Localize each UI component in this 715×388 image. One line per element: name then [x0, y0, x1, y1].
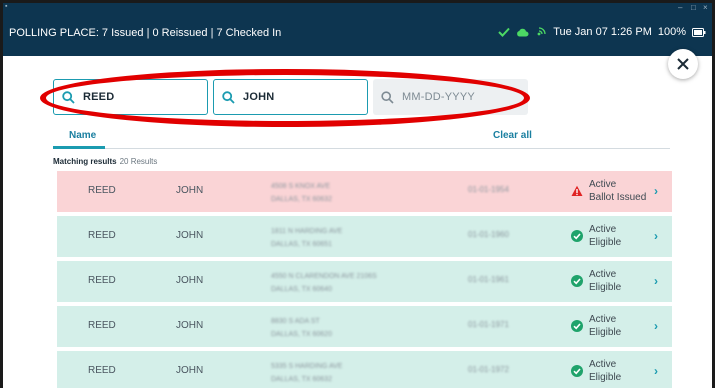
check-circle-icon [571, 230, 583, 242]
voter-result-row[interactable]: REED JOHN 8830 S ADA ST DALLAS, TX 60620 01-… [57, 306, 672, 347]
window-close-icon[interactable]: × [703, 3, 708, 12]
date-of-birth-placeholder: MM-DD-YYYY [402, 91, 475, 103]
voter-last-name: REED [88, 365, 116, 376]
status-line-2: Eligible [589, 282, 622, 293]
check-circle-icon [571, 365, 583, 377]
status-line-2: Ballot Issued [589, 192, 647, 203]
address-line-1: 8830 S ADA ST [271, 318, 320, 325]
signal-icon [537, 27, 546, 36]
address-line-2: DALLAS, TX 60632 [271, 376, 332, 383]
voter-address: 5335 S HARDING AVE DALLAS, TX 60632 [271, 360, 342, 386]
voter-status: Active Ballot Issued [589, 178, 646, 204]
voter-status: Active Eligible [589, 223, 621, 249]
last-name-input[interactable]: REED [53, 79, 208, 115]
voter-address: 8830 S ADA ST DALLAS, TX 60620 [271, 315, 332, 341]
voter-last-name: REED [88, 320, 116, 331]
window-menu-icon[interactable]: ▪ [5, 3, 7, 10]
minimize-icon[interactable]: – [678, 3, 682, 12]
status-line-1: Active [589, 269, 617, 280]
address-line-1: 5335 S HARDING AVE [271, 363, 343, 370]
tab-name[interactable]: Name [69, 130, 96, 141]
voter-address: 4550 N CLARENDON AVE 2106S DALLAS, TX 606… [271, 270, 377, 296]
voter-result-row[interactable]: REED JOHN 4550 N CLARENDON AVE 2106S DALLAS… [57, 261, 672, 302]
chevron-right-icon: › [654, 319, 658, 333]
address-line-1: 4508 S KNOX AVE [271, 183, 331, 190]
chevron-right-icon: › [654, 364, 658, 378]
voter-last-name: REED [88, 185, 116, 196]
address-line-2: DALLAS, TX 60640 [271, 286, 332, 293]
voter-dob: 01-01-1961 [468, 275, 509, 284]
last-name-value: REED [83, 91, 115, 103]
first-name-value: JOHN [243, 91, 275, 103]
clear-all-link[interactable]: Clear all [493, 130, 532, 141]
voter-status: Active Eligible [589, 268, 621, 294]
voter-dob: 01-01-1960 [468, 230, 509, 239]
date-of-birth-input[interactable]: MM-DD-YYYY [373, 79, 528, 115]
battery-icon [692, 27, 706, 37]
tab-divider [53, 148, 670, 149]
date-time: Tue Jan 07 1:26 PM [553, 26, 652, 38]
voter-status: Active Eligible [589, 358, 621, 384]
voter-address: 4508 S KNOX AVE DALLAS, TX 60632 [271, 180, 332, 206]
status-line-2: Eligible [589, 372, 622, 383]
voter-last-name: REED [88, 230, 116, 241]
voter-first-name: JOHN [176, 365, 204, 376]
address-line-2: DALLAS, TX 60632 [271, 196, 332, 203]
address-line-2: DALLAS, TX 60651 [271, 241, 332, 248]
close-button[interactable] [668, 49, 698, 79]
status-line-2: Eligible [589, 327, 622, 338]
voter-dob: 01-01-1972 [468, 365, 509, 374]
voter-first-name: JOHN [176, 275, 204, 286]
voter-last-name: REED [88, 275, 116, 286]
chevron-right-icon: › [654, 274, 658, 288]
address-line-1: 4550 N CLARENDON AVE 2106S [271, 273, 377, 280]
status-line-1: Active [589, 224, 617, 235]
voter-first-name: JOHN [176, 320, 204, 331]
check-circle-icon [571, 275, 583, 287]
status-line-1: Active [589, 359, 617, 370]
voter-dob: 01-01-1954 [468, 185, 509, 194]
maximize-icon[interactable]: □ [691, 3, 696, 12]
active-tab-indicator [53, 146, 105, 149]
results-count: 20 Results [119, 157, 158, 166]
search-icon [381, 90, 394, 104]
address-line-2: DALLAS, TX 60620 [271, 331, 332, 338]
matching-results-title: Matching results [53, 157, 117, 166]
voter-result-row[interactable]: REED JOHN 5335 S HARDING AVE DALLAS, TX 606… [57, 351, 672, 388]
check-circle-icon [571, 320, 583, 332]
polling-place-summary: POLLING PLACE: 7 Issued | 0 Reissued | 7… [9, 27, 282, 39]
address-line-1: 1811 N HARDING AVE [271, 228, 343, 235]
voter-first-name: JOHN [176, 185, 204, 196]
warning-icon [571, 185, 583, 196]
status-line-1: Active [589, 314, 617, 325]
close-icon [677, 58, 689, 70]
voter-status: Active Eligible [589, 313, 621, 339]
search-icon [222, 90, 235, 104]
checkmark-icon [498, 27, 510, 37]
voter-result-row[interactable]: REED JOHN 1811 N HARDING AVE DALLAS, TX 606… [57, 216, 672, 257]
chevron-right-icon: › [654, 184, 658, 198]
voter-address: 1811 N HARDING AVE DALLAS, TX 60651 [271, 225, 342, 251]
search-icon [62, 90, 75, 104]
first-name-input[interactable]: JOHN [213, 79, 368, 115]
cloud-icon [517, 28, 529, 37]
matching-results-label: Matching results 20 Results [53, 157, 157, 166]
window-chrome: ▪ – □ × [3, 3, 712, 13]
status-line-1: Active [589, 179, 617, 190]
system-tray: Tue Jan 07 1:26 PM 100% [498, 26, 706, 38]
status-bar: ▪ – □ × POLLING PLACE: 7 Issued | 0 Reis… [3, 3, 712, 56]
chevron-right-icon: › [654, 229, 658, 243]
voter-dob: 01-01-1971 [468, 320, 509, 329]
voter-result-row[interactable]: REED JOHN 4508 S KNOX AVE DALLAS, TX 60632 0… [57, 171, 672, 212]
status-line-2: Eligible [589, 237, 622, 248]
voter-first-name: JOHN [176, 230, 204, 241]
battery-percent: 100% [657, 26, 686, 38]
app-window: ▪ – □ × POLLING PLACE: 7 Issued | 0 Reis… [3, 3, 712, 388]
